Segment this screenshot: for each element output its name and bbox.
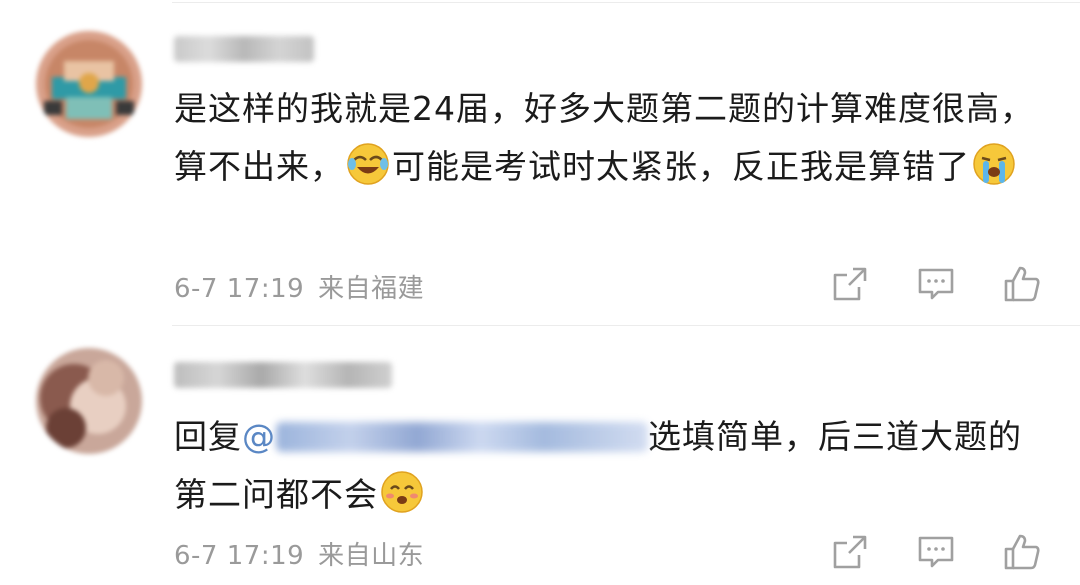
comment-text: 是这样的我就是24届，好多大题第二题的计算难度很高，算不出来， 可能是考试时太紧…	[174, 80, 1054, 196]
mention-username-blurred	[276, 422, 648, 452]
share-button[interactable]	[828, 530, 872, 574]
like-icon	[1004, 534, 1040, 570]
comment-icon	[918, 536, 954, 568]
share-button[interactable]	[828, 262, 872, 306]
avatar[interactable]	[36, 31, 142, 137]
comment-divider	[172, 325, 1080, 326]
laughing-crying-emoji	[346, 142, 390, 186]
comment-text: 回复@ 选填简单，后三道大题的第二问都不会	[174, 408, 1054, 524]
share-icon	[833, 535, 867, 569]
avatar[interactable]	[36, 348, 142, 454]
comment-actions	[828, 530, 1044, 574]
username-blurred[interactable]	[174, 36, 314, 62]
comment-button[interactable]	[914, 530, 958, 574]
loudly-crying-emoji	[972, 142, 1016, 186]
top-divider	[172, 2, 1080, 3]
mention-at: @	[242, 417, 276, 456]
comment-location: 来自山东	[318, 541, 425, 571]
like-button[interactable]	[1000, 262, 1044, 306]
comment-meta: 6-7 17:19 来自福建	[174, 268, 438, 305]
comment-button[interactable]	[914, 262, 958, 306]
blushing-smile-emoji	[380, 470, 424, 514]
comment-meta: 6-7 17:19 来自山东	[174, 535, 438, 572]
avatar-image	[36, 348, 142, 454]
share-icon	[833, 267, 867, 301]
comment-text-part: 可能是考试时太紧张，反正我是算错了	[392, 147, 970, 186]
comment-date: 6-7 17:19	[174, 274, 305, 304]
like-button[interactable]	[1000, 530, 1044, 574]
like-icon	[1004, 266, 1040, 302]
comment-date: 6-7 17:19	[174, 541, 305, 571]
avatar-image	[36, 31, 142, 137]
comment-location: 来自福建	[318, 274, 425, 304]
mention-link[interactable]: @	[242, 417, 648, 456]
comment-actions	[828, 262, 1044, 306]
comment-icon	[918, 268, 954, 300]
reply-prefix: 回复	[174, 417, 242, 456]
username-blurred[interactable]	[174, 362, 392, 388]
